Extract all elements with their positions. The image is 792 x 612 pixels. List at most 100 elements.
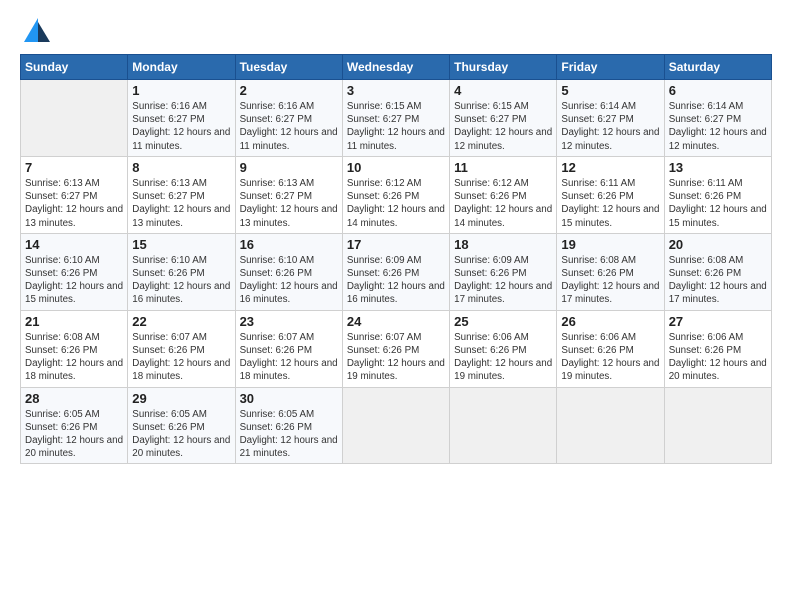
cell-content: Sunrise: 6:13 AM Sunset: 6:27 PM Dayligh… (240, 177, 338, 230)
cell-content: Sunrise: 6:06 AM Sunset: 6:26 PM Dayligh… (561, 331, 659, 384)
calendar-cell: 24 Sunrise: 6:07 AM Sunset: 6:26 PM Dayli… (342, 310, 449, 387)
weekday-header-row: SundayMondayTuesdayWednesdayThursdayFrid… (21, 55, 772, 80)
calendar-cell (450, 387, 557, 464)
calendar-body: 1 Sunrise: 6:16 AM Sunset: 6:27 PM Daylig… (21, 80, 772, 464)
cell-content: Sunrise: 6:10 AM Sunset: 6:26 PM Dayligh… (25, 254, 123, 307)
calendar-cell: 6 Sunrise: 6:14 AM Sunset: 6:27 PM Daylig… (664, 80, 771, 157)
cell-content: Sunrise: 6:09 AM Sunset: 6:26 PM Dayligh… (454, 254, 552, 307)
day-number: 18 (454, 237, 552, 252)
calendar-cell: 18 Sunrise: 6:09 AM Sunset: 6:26 PM Dayli… (450, 233, 557, 310)
day-number: 23 (240, 314, 338, 329)
cell-content: Sunrise: 6:15 AM Sunset: 6:27 PM Dayligh… (454, 100, 552, 153)
day-number: 5 (561, 83, 659, 98)
cell-content: Sunrise: 6:05 AM Sunset: 6:26 PM Dayligh… (25, 408, 123, 461)
day-number: 22 (132, 314, 230, 329)
day-number: 28 (25, 391, 123, 406)
calendar-cell: 13 Sunrise: 6:11 AM Sunset: 6:26 PM Dayli… (664, 156, 771, 233)
calendar-week-5: 28 Sunrise: 6:05 AM Sunset: 6:26 PM Dayli… (21, 387, 772, 464)
day-number: 8 (132, 160, 230, 175)
day-number: 12 (561, 160, 659, 175)
day-number: 26 (561, 314, 659, 329)
cell-content: Sunrise: 6:14 AM Sunset: 6:27 PM Dayligh… (561, 100, 659, 153)
calendar-cell: 17 Sunrise: 6:09 AM Sunset: 6:26 PM Dayli… (342, 233, 449, 310)
day-number: 14 (25, 237, 123, 252)
calendar-cell: 29Sunrise: 6:05 AM Sunset: 6:26 PM Dayli… (128, 387, 235, 464)
calendar-cell: 25Sunrise: 6:06 AM Sunset: 6:26 PM Dayli… (450, 310, 557, 387)
weekday-header-tuesday: Tuesday (235, 55, 342, 80)
calendar-cell: 22 Sunrise: 6:07 AM Sunset: 6:26 PM Dayli… (128, 310, 235, 387)
calendar-cell: 23 Sunrise: 6:07 AM Sunset: 6:26 PM Dayli… (235, 310, 342, 387)
calendar-cell: 3 Sunrise: 6:15 AM Sunset: 6:27 PM Daylig… (342, 80, 449, 157)
calendar-cell: 11Sunrise: 6:12 AM Sunset: 6:26 PM Dayli… (450, 156, 557, 233)
cell-content: Sunrise: 6:15 AM Sunset: 6:27 PM Dayligh… (347, 100, 445, 153)
day-number: 29 (132, 391, 230, 406)
day-number: 1 (132, 83, 230, 98)
calendar-cell: 14 Sunrise: 6:10 AM Sunset: 6:26 PM Dayli… (21, 233, 128, 310)
day-number: 9 (240, 160, 338, 175)
day-number: 20 (669, 237, 767, 252)
calendar-cell (21, 80, 128, 157)
cell-content: Sunrise: 6:08 AM Sunset: 6:26 PM Dayligh… (25, 331, 123, 384)
day-number: 17 (347, 237, 445, 252)
day-number: 6 (669, 83, 767, 98)
calendar-cell: 5 Sunrise: 6:14 AM Sunset: 6:27 PM Daylig… (557, 80, 664, 157)
day-number: 30 (240, 391, 338, 406)
calendar-cell: 8 Sunrise: 6:13 AM Sunset: 6:27 PM Daylig… (128, 156, 235, 233)
calendar-cell: 20 Sunrise: 6:08 AM Sunset: 6:26 PM Dayli… (664, 233, 771, 310)
calendar-week-2: 7 Sunrise: 6:13 AM Sunset: 6:27 PM Daylig… (21, 156, 772, 233)
day-number: 3 (347, 83, 445, 98)
calendar-header: SundayMondayTuesdayWednesdayThursdayFrid… (21, 55, 772, 80)
day-number: 13 (669, 160, 767, 175)
day-number: 27 (669, 314, 767, 329)
calendar-week-1: 1 Sunrise: 6:16 AM Sunset: 6:27 PM Daylig… (21, 80, 772, 157)
calendar-cell (342, 387, 449, 464)
logo (20, 16, 60, 44)
cell-content: Sunrise: 6:10 AM Sunset: 6:26 PM Dayligh… (132, 254, 230, 307)
cell-content: Sunrise: 6:09 AM Sunset: 6:26 PM Dayligh… (347, 254, 445, 307)
calendar-week-4: 21Sunrise: 6:08 AM Sunset: 6:26 PM Dayli… (21, 310, 772, 387)
calendar-cell: 19 Sunrise: 6:08 AM Sunset: 6:26 PM Dayli… (557, 233, 664, 310)
calendar-cell: 15Sunrise: 6:10 AM Sunset: 6:26 PM Dayli… (128, 233, 235, 310)
day-number: 4 (454, 83, 552, 98)
cell-content: Sunrise: 6:06 AM Sunset: 6:26 PM Dayligh… (454, 331, 552, 384)
day-number: 10 (347, 160, 445, 175)
weekday-header-wednesday: Wednesday (342, 55, 449, 80)
cell-content: Sunrise: 6:10 AM Sunset: 6:26 PM Dayligh… (240, 254, 338, 307)
weekday-header-saturday: Saturday (664, 55, 771, 80)
header (20, 16, 772, 44)
cell-content: Sunrise: 6:12 AM Sunset: 6:26 PM Dayligh… (347, 177, 445, 230)
weekday-header-monday: Monday (128, 55, 235, 80)
cell-content: Sunrise: 6:07 AM Sunset: 6:26 PM Dayligh… (132, 331, 230, 384)
calendar-cell: 1Sunrise: 6:16 AM Sunset: 6:27 PM Daylig… (128, 80, 235, 157)
calendar-cell: 26 Sunrise: 6:06 AM Sunset: 6:26 PM Dayli… (557, 310, 664, 387)
cell-content: Sunrise: 6:07 AM Sunset: 6:26 PM Dayligh… (347, 331, 445, 384)
day-number: 7 (25, 160, 123, 175)
weekday-header-friday: Friday (557, 55, 664, 80)
calendar-cell (664, 387, 771, 464)
logo-icon (20, 16, 56, 44)
calendar-cell: 27 Sunrise: 6:06 AM Sunset: 6:26 PM Dayli… (664, 310, 771, 387)
day-number: 24 (347, 314, 445, 329)
logo-wrapper (20, 16, 60, 44)
cell-content: Sunrise: 6:13 AM Sunset: 6:27 PM Dayligh… (25, 177, 123, 230)
day-number: 11 (454, 160, 552, 175)
cell-content: Sunrise: 6:14 AM Sunset: 6:27 PM Dayligh… (669, 100, 767, 153)
cell-content: Sunrise: 6:08 AM Sunset: 6:26 PM Dayligh… (669, 254, 767, 307)
calendar-cell: 4 Sunrise: 6:15 AM Sunset: 6:27 PM Daylig… (450, 80, 557, 157)
calendar-cell (557, 387, 664, 464)
cell-content: Sunrise: 6:11 AM Sunset: 6:26 PM Dayligh… (561, 177, 659, 230)
day-number: 2 (240, 83, 338, 98)
calendar-cell: 21Sunrise: 6:08 AM Sunset: 6:26 PM Dayli… (21, 310, 128, 387)
cell-content: Sunrise: 6:13 AM Sunset: 6:27 PM Dayligh… (132, 177, 230, 230)
cell-content: Sunrise: 6:07 AM Sunset: 6:26 PM Dayligh… (240, 331, 338, 384)
cell-content: Sunrise: 6:16 AM Sunset: 6:27 PM Dayligh… (240, 100, 338, 153)
calendar-week-3: 14 Sunrise: 6:10 AM Sunset: 6:26 PM Dayli… (21, 233, 772, 310)
day-number: 16 (240, 237, 338, 252)
page: SundayMondayTuesdayWednesdayThursdayFrid… (0, 0, 792, 612)
calendar-cell: 2 Sunrise: 6:16 AM Sunset: 6:27 PM Daylig… (235, 80, 342, 157)
cell-content: Sunrise: 6:06 AM Sunset: 6:26 PM Dayligh… (669, 331, 767, 384)
cell-content: Sunrise: 6:11 AM Sunset: 6:26 PM Dayligh… (669, 177, 767, 230)
cell-content: Sunrise: 6:08 AM Sunset: 6:26 PM Dayligh… (561, 254, 659, 307)
calendar-table: SundayMondayTuesdayWednesdayThursdayFrid… (20, 54, 772, 464)
day-number: 19 (561, 237, 659, 252)
